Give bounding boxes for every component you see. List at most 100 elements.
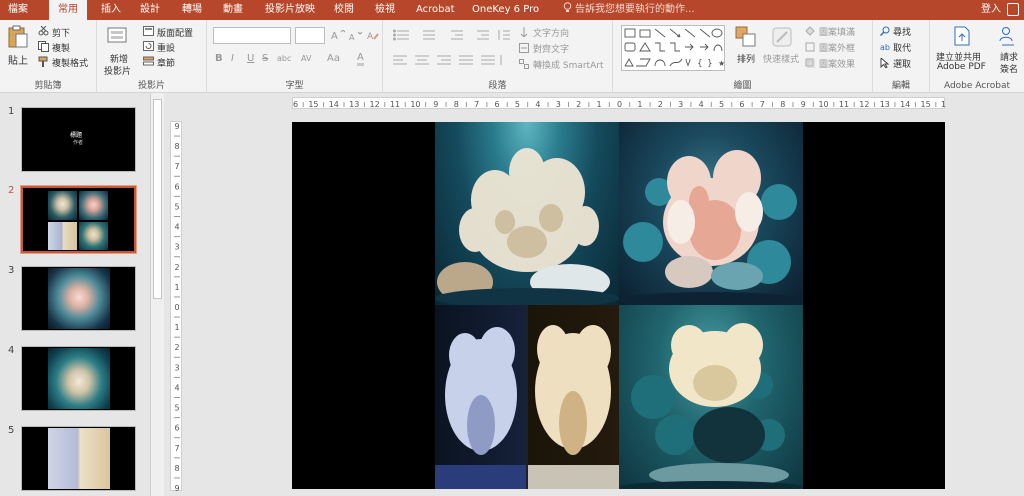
text-direction-icon[interactable] <box>519 27 529 37</box>
shapes-gallery[interactable]: {} ★ <box>621 25 725 71</box>
tab-slideshow[interactable]: 投影片放映 <box>265 0 315 20</box>
font-group-label: 字型 <box>285 81 304 91</box>
lightbulb-icon <box>563 2 572 12</box>
layout-icon[interactable] <box>143 26 154 36</box>
font-name-box[interactable] <box>213 27 291 44</box>
slide-thumbnail-5[interactable] <box>21 426 136 491</box>
tab-animations[interactable]: 動畫 <box>223 0 243 20</box>
ruler-tick-label: 9 <box>801 100 806 109</box>
find-button[interactable]: 尋找 <box>893 25 911 38</box>
shape-fill-icon[interactable] <box>805 26 815 36</box>
arrange-icon[interactable] <box>735 26 757 48</box>
vertical-ruler[interactable]: 9 8 7 6 5 4 3 2 1 0 1 2 3 4 5 6 7 8 9 <box>170 121 182 493</box>
ruler-tick-label: 6 <box>739 100 744 109</box>
coral-image-bottom-right[interactable] <box>619 305 803 489</box>
layout-button[interactable]: 版面配置 <box>157 26 193 39</box>
tab-review[interactable]: 校閱 <box>334 0 354 20</box>
quick-styles-icon[interactable] <box>771 26 793 48</box>
tab-insert[interactable]: 插入 <box>101 0 121 20</box>
slide-thumbnail-3[interactable] <box>21 266 136 331</box>
share-icon[interactable] <box>1007 3 1019 16</box>
reset-icon[interactable] <box>143 41 154 51</box>
ruler-tick-label: 12 <box>859 100 869 109</box>
ruler-tick-label: 6 <box>174 182 179 191</box>
align-text-button[interactable]: 對齊文字 <box>533 42 569 55</box>
section-icon[interactable] <box>143 56 154 66</box>
horizontal-ruler[interactable]: 1615141312111098765432101234567891011121… <box>288 97 951 109</box>
shape-effects-button[interactable]: 圖案效果 <box>819 57 855 70</box>
font-color-button[interactable]: A <box>357 52 364 66</box>
sign-in-link[interactable]: 登入 <box>981 0 1001 20</box>
replace-icon[interactable]: ab <box>880 42 890 52</box>
slide-thumbnail-2-selected[interactable] <box>20 185 137 254</box>
arrange-button[interactable]: 排列 <box>737 52 755 65</box>
section-button[interactable]: 章節 <box>157 56 175 69</box>
tab-file[interactable]: 檔案 <box>8 0 28 20</box>
ruler-tick-label: 5 <box>515 100 520 109</box>
coral-image-bottom-left[interactable] <box>435 305 619 489</box>
clipboard-group-label: 剪貼簿 <box>34 81 62 91</box>
bold-button[interactable]: B <box>215 53 223 64</box>
select-cursor-icon[interactable] <box>880 58 890 68</box>
find-icon[interactable] <box>880 26 890 36</box>
slide-number-2: 2 <box>8 185 15 196</box>
slide-thumbnail-4[interactable] <box>21 346 136 411</box>
underline-button[interactable]: U <box>247 53 254 64</box>
paste-label[interactable]: 貼上 <box>8 52 28 67</box>
tab-acrobat[interactable]: Acrobat <box>416 0 455 20</box>
ruler-tick-label: 1 <box>637 100 642 109</box>
copy-icon[interactable] <box>38 41 49 52</box>
slide-canvas[interactable] <box>292 122 945 489</box>
char-spacing-button[interactable]: AV <box>301 54 311 63</box>
decrease-font-icon[interactable]: A <box>349 31 363 40</box>
cut-button[interactable]: 剪下 <box>52 26 70 39</box>
create-pdf-label-2[interactable]: Adobe PDF <box>937 62 986 72</box>
cut-icon[interactable] <box>38 26 49 36</box>
shape-outline-button[interactable]: 圖案外框 <box>819 41 855 54</box>
shape-fill-button[interactable]: 圖案填滿 <box>819 25 855 38</box>
paste-icon[interactable] <box>8 25 28 49</box>
coral-image-top-right[interactable] <box>619 122 803 305</box>
shadow-button[interactable]: abc <box>277 54 291 63</box>
shape-effects-icon[interactable] <box>805 58 815 68</box>
font-size-box[interactable] <box>295 27 325 44</box>
clear-format-icon[interactable]: A <box>367 30 379 40</box>
change-case-button[interactable]: Aa <box>327 53 340 64</box>
strikethrough-button[interactable]: S <box>262 53 268 64</box>
slides-group-label: 投影片 <box>137 81 165 91</box>
slide-thumbnail-1[interactable]: 標題 作者 <box>21 107 136 172</box>
ruler-tick-label: 1 <box>174 283 179 292</box>
request-signature-label-2[interactable]: 簽名 <box>1000 62 1018 75</box>
scrollbar-thumb[interactable] <box>153 99 162 299</box>
text-direction-button[interactable]: 文字方向 <box>533 26 569 39</box>
list-indent-icons[interactable] <box>393 29 511 41</box>
tab-onekey[interactable]: OneKey 6 Pro <box>472 0 539 20</box>
alignment-icons[interactable] <box>393 54 511 66</box>
new-slide-label-2[interactable]: 投影片 <box>104 64 131 77</box>
copy-button[interactable]: 複製 <box>52 41 70 54</box>
format-painter-button[interactable]: 複製格式 <box>52 56 88 69</box>
shapes-gallery-icons: {} ★ <box>624 28 725 69</box>
tab-transitions[interactable]: 轉場 <box>182 0 202 20</box>
coral-image-top-left[interactable] <box>435 122 619 305</box>
select-button[interactable]: 選取 <box>893 57 911 70</box>
quick-styles-button[interactable]: 快速樣式 <box>763 52 799 65</box>
replace-button[interactable]: 取代 <box>893 41 911 54</box>
convert-smartart-button[interactable]: 轉換成 SmartArt <box>533 58 603 71</box>
format-painter-icon[interactable] <box>38 56 49 67</box>
tab-design[interactable]: 設計 <box>140 0 160 20</box>
smartart-icon[interactable] <box>519 59 529 69</box>
tab-view[interactable]: 檢視 <box>375 0 395 20</box>
align-text-icon[interactable] <box>519 43 529 53</box>
thumbnail-scrollbar[interactable] <box>150 93 164 496</box>
create-pdf-icon[interactable] <box>953 26 971 46</box>
new-slide-icon[interactable] <box>107 25 129 47</box>
increase-font-icon[interactable]: A <box>331 30 345 40</box>
reset-button[interactable]: 重設 <box>157 41 175 54</box>
tell-me-search[interactable]: 告訴我您想要執行的動作... <box>563 0 695 20</box>
shape-outline-icon[interactable] <box>805 42 815 52</box>
request-signature-icon[interactable] <box>998 26 1016 46</box>
italic-button[interactable]: I <box>231 53 234 64</box>
ruler-tick-label: 7 <box>174 162 179 171</box>
tab-home[interactable]: 常用 <box>49 0 87 20</box>
